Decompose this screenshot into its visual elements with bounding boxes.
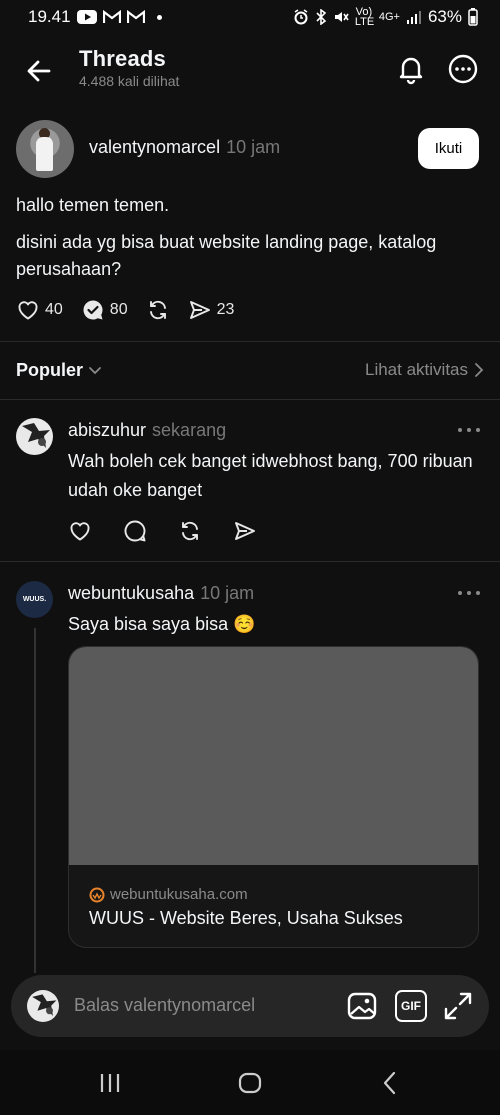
post-paragraph: hallo temen temen. — [16, 195, 170, 215]
link-preview-card[interactable]: webuntukusaha.com WUUS - Website Beres, … — [68, 646, 479, 948]
bluetooth-icon — [316, 9, 327, 25]
sort-dropdown[interactable]: Populer — [16, 360, 103, 381]
reply-author-row: webuntukusaha 10 jam — [68, 583, 254, 604]
page-title: Threads — [79, 46, 166, 71]
chevron-down-icon — [89, 367, 101, 375]
status-time: 19.41 — [28, 7, 71, 26]
reply-username[interactable]: abiszuhur — [68, 420, 146, 440]
follow-button[interactable]: Ikuti — [418, 128, 479, 169]
share-count: 23 — [216, 301, 235, 318]
thread-line — [34, 628, 36, 973]
link-domain: webuntukusaha.com — [110, 886, 248, 903]
reply-count: 80 — [109, 301, 128, 318]
system-nav-bar — [0, 1050, 500, 1115]
battery-icon — [468, 8, 478, 26]
link-title: WUUS - Website Beres, Usaha Sukses — [89, 908, 403, 928]
bell-icon[interactable] — [394, 52, 428, 86]
reply-username[interactable]: webuntukusaha — [68, 583, 194, 603]
link-domain-row: webuntukusaha.com — [89, 886, 248, 903]
avatar — [27, 990, 59, 1022]
alarm-icon — [294, 9, 308, 25]
divider — [0, 561, 500, 562]
signal-icon — [406, 11, 421, 24]
post-username[interactable]: valentynomarcel — [89, 137, 220, 157]
expand-icon[interactable] — [442, 990, 474, 1022]
activity-label: Lihat aktivitas — [365, 360, 468, 379]
reply-author-row: abiszuhur sekarang — [68, 420, 226, 441]
like-button[interactable]: 40 — [16, 298, 63, 322]
recents-icon[interactable] — [95, 1068, 125, 1098]
gmail-icon-2 — [126, 10, 145, 23]
battery-percent: 63% — [427, 7, 462, 26]
reply-text: Saya bisa saya bisa ☺️ — [68, 614, 256, 634]
sort-label: Populer — [16, 359, 84, 380]
divider — [0, 341, 500, 342]
post-time: 10 jam — [226, 137, 281, 157]
repost-icon — [149, 300, 166, 320]
post-paragraph: disini ada yg bisa buat website landing … — [16, 232, 437, 279]
reply-more-icon[interactable] — [456, 425, 482, 435]
divider — [0, 399, 500, 400]
like-count: 40 — [45, 301, 63, 318]
gif-button[interactable]: GIF — [395, 990, 427, 1022]
heart-icon — [18, 301, 38, 320]
status-bar: 19.41 Vo) LTE 4G+ 63% — [0, 0, 500, 34]
header: Threads 4.488 kali dilihat — [0, 40, 500, 100]
mute-icon — [334, 12, 349, 22]
gmail-icon — [102, 10, 121, 23]
avatar[interactable] — [16, 120, 74, 178]
status-right: Vo) LTE 4G+ 63% — [293, 6, 478, 28]
link-preview-image — [69, 647, 478, 865]
repost-button[interactable] — [146, 298, 170, 322]
comment-check-icon — [83, 300, 103, 320]
share-button[interactable]: 23 — [188, 298, 235, 322]
site-favicon-icon — [89, 887, 105, 902]
heart-icon[interactable] — [68, 519, 92, 543]
back-arrow-icon[interactable] — [22, 54, 56, 88]
avatar-pattern — [32, 994, 57, 1016]
reply-text: Wah boleh cek banget idwebhost bang, 700… — [68, 451, 473, 500]
reply-time: sekarang — [152, 420, 227, 440]
avatar-pattern — [22, 423, 50, 448]
post-author-row: valentynomarcel 10 jam — [89, 137, 280, 158]
comment-button[interactable]: 80 — [81, 298, 128, 322]
sort-bar: Populer Lihat aktivitas — [16, 355, 484, 385]
view-count: 4.488 kali dilihat — [79, 73, 180, 89]
avatar-logo-text: WUUS. — [22, 596, 47, 603]
post-body: hallo temen temen. disini ada yg bisa bu… — [16, 192, 486, 293]
gif-label: GIF — [401, 999, 421, 1013]
reply-time: 10 jam — [200, 583, 255, 603]
share-icon[interactable] — [233, 519, 257, 543]
avatar[interactable]: WUUS. — [16, 581, 53, 618]
notification-dot — [156, 14, 162, 20]
reply-more-icon[interactable] — [456, 588, 482, 598]
volte-indicator: Vo) LTE — [354, 6, 375, 28]
post-actions: 40 80 23 — [16, 298, 252, 322]
image-icon[interactable] — [346, 990, 378, 1022]
reply-composer[interactable]: Balas valentynomarcel GIF — [11, 975, 489, 1037]
reply-actions — [68, 519, 257, 543]
reply-input[interactable]: Balas valentynomarcel — [74, 995, 255, 1016]
comment-icon[interactable] — [123, 519, 147, 543]
avatar[interactable] — [16, 418, 53, 455]
header-titles: Threads 4.488 kali dilihat — [79, 46, 179, 89]
more-icon[interactable] — [446, 52, 480, 86]
back-icon[interactable] — [375, 1068, 405, 1098]
view-activity-link[interactable]: Lihat aktivitas — [365, 360, 484, 380]
home-icon[interactable] — [235, 1068, 265, 1098]
network-indicator: 4G+ — [378, 11, 400, 23]
chevron-right-icon — [475, 363, 484, 377]
share-icon — [189, 301, 210, 319]
status-left: 19.41 — [28, 7, 162, 27]
repost-icon[interactable] — [178, 519, 202, 543]
youtube-icon — [76, 10, 97, 24]
